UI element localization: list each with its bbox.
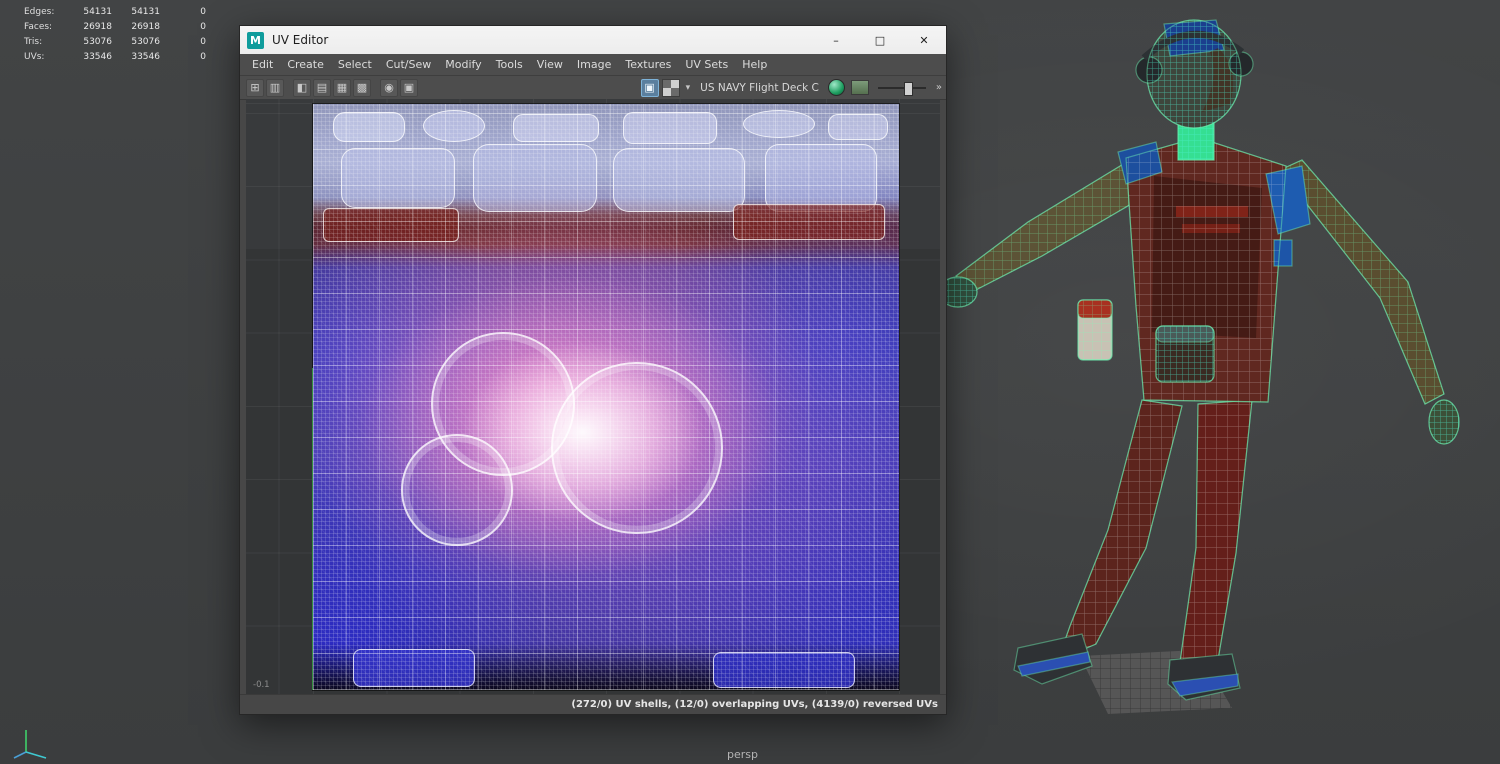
poly-count-hud: Edges: 54131 54131 0 Faces: 26918 26918 … — [24, 5, 206, 65]
slider-track — [877, 86, 926, 89]
menu-item-modify[interactable]: Modify — [438, 54, 488, 75]
texture-border-highlight — [312, 367, 313, 690]
menubar: Edit Create Select Cut/Sew Modify Tools … — [240, 54, 946, 76]
texture-name-label[interactable]: US NAVY Flight Deck C — [700, 82, 819, 94]
uv-editor-window: M UV Editor – □ ✕ Edit Create Select Cut… — [239, 25, 947, 715]
checker-map-icon[interactable] — [661, 78, 680, 97]
uv-wireframe-overlay — [313, 104, 899, 690]
image-icon[interactable] — [850, 80, 869, 95]
uv-status-bar: (272/0) UV shells, (12/0) overlapping UV… — [240, 694, 946, 714]
shell-borders-icon[interactable]: ▤ — [313, 78, 331, 97]
view-axis-gizmo — [13, 730, 47, 759]
texture-dropdown-icon[interactable]: ▾ — [686, 83, 691, 93]
stat-row-faces: Faces: 26918 26918 0 — [24, 22, 206, 32]
menu-item-cut-sew[interactable]: Cut/Sew — [379, 54, 438, 75]
display-image-toggle[interactable]: ▣ — [640, 78, 659, 97]
expand-toolbar-icon[interactable]: » — [936, 82, 942, 93]
canvas-coordinate-label: -0.1 — [253, 680, 270, 690]
minimize-button[interactable]: – — [814, 26, 858, 54]
checker-display-icon[interactable]: ▩ — [353, 78, 371, 97]
isolate-select-icon[interactable]: ◧ — [293, 78, 311, 97]
model-body — [938, 19, 1460, 701]
toolbar: ⊞ ▥ ◧ ▤ ▦ ▩ ◉ ▣ ▣ ▾ US NAVY Flight Deck … — [240, 76, 946, 100]
distortion-icon[interactable]: ▣ — [400, 78, 418, 97]
menu-item-view[interactable]: View — [530, 54, 570, 75]
texture-borders-icon[interactable]: ▦ — [333, 78, 351, 97]
menu-item-textures[interactable]: Textures — [618, 54, 678, 75]
maya-icon: M — [247, 31, 264, 49]
slider-handle[interactable] — [903, 81, 913, 96]
window-title: UV Editor — [272, 33, 329, 47]
camera-label: persp — [727, 748, 758, 761]
menu-item-uv-sets[interactable]: UV Sets — [678, 54, 735, 75]
titlebar[interactable]: M UV Editor – □ ✕ — [240, 26, 946, 54]
material-sphere-icon[interactable] — [827, 79, 845, 96]
stat-row-uvs: UVs: 33546 33546 0 — [24, 52, 206, 62]
menu-item-image[interactable]: Image — [570, 54, 618, 75]
menu-item-tools[interactable]: Tools — [489, 54, 530, 75]
menu-item-help[interactable]: Help — [735, 54, 774, 75]
menu-item-edit[interactable]: Edit — [245, 54, 280, 75]
menu-item-select[interactable]: Select — [331, 54, 379, 75]
uv-status-text: (272/0) UV shells, (12/0) overlapping UV… — [571, 699, 938, 710]
uv-grid-icon[interactable]: ▥ — [266, 78, 284, 97]
menu-item-create[interactable]: Create — [280, 54, 331, 75]
head — [1135, 19, 1254, 129]
uv-0-1-space[interactable] — [312, 104, 899, 690]
uv-canvas[interactable]: -0.1 — [246, 99, 940, 695]
shade-uvs-icon[interactable]: ◉ — [380, 78, 398, 97]
layout-toggle-icon[interactable]: ⊞ — [246, 78, 264, 97]
close-button[interactable]: ✕ — [902, 26, 946, 54]
maximize-button[interactable]: □ — [858, 26, 902, 54]
stat-row-edges: Edges: 54131 54131 0 — [24, 7, 206, 17]
character-model[interactable] — [930, 8, 1490, 738]
stat-row-tris: Tris: 53076 53076 0 — [24, 37, 206, 47]
image-dim-slider[interactable] — [877, 81, 926, 96]
